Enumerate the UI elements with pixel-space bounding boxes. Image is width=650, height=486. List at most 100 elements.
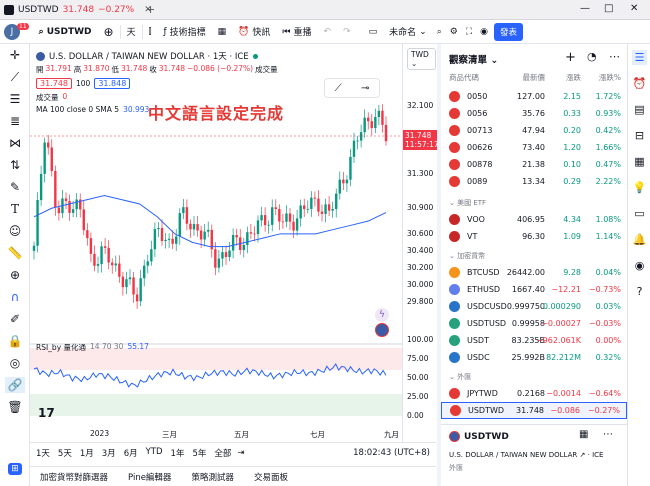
lightning-event-icon[interactable]: ϟ — [375, 308, 389, 322]
period-button[interactable]: 1年 — [171, 447, 185, 459]
period-button[interactable]: 6月 — [124, 447, 138, 459]
panel-tab[interactable]: 加密貨幣對篩選器 — [30, 471, 118, 483]
remove-tool[interactable]: 🗑 — [0, 396, 30, 418]
watchlist-row[interactable]: 00713 47.94 0.20 0.42% — [441, 122, 627, 139]
price-axis[interactable]: TWD ⌄ 32.10031.70031.30030.90030.60030.4… — [402, 44, 439, 442]
panel-tab[interactable]: Pine編輯器 — [118, 471, 181, 483]
time-axis[interactable]: 2023 三月 五月 七月 九月 — [30, 428, 402, 442]
panel-tab[interactable]: 交易面板 — [244, 471, 298, 483]
ask-button[interactable]: 31.848 — [94, 78, 131, 89]
watchlist-row[interactable]: ETHUSD 1667.40 −12.21 −0.73% — [441, 281, 627, 298]
detail-grid-icon[interactable]: ▦ — [579, 429, 588, 440]
indicators-button[interactable]: ƒ 技術指標 — [157, 20, 211, 44]
watchlist-row[interactable]: VOO 406.95 4.34 1.08% — [441, 211, 627, 228]
templates-button[interactable]: ▦ — [212, 20, 233, 44]
horizontal-lines-tool[interactable]: ☰ — [0, 88, 30, 110]
watchlist-row[interactable]: 0050 127.00 2.15 1.72% — [441, 88, 627, 105]
watchlist-row[interactable]: USDC 25.992B 82.212M 0.32% — [441, 349, 627, 366]
clock[interactable]: 18:02:43 (UTC+8) — [353, 448, 436, 458]
link-tool[interactable]: 🔗 — [0, 374, 30, 396]
currency-selector[interactable]: TWD ⌄ — [407, 48, 436, 70]
prediction-tool[interactable]: ⇅ — [0, 154, 30, 176]
snapshot-button[interactable]: ◉ — [476, 20, 492, 44]
watchlist-row[interactable]: 0056 35.76 0.33 0.93% — [441, 105, 627, 122]
maximize-icon[interactable]: □ — [604, 3, 613, 14]
us-flag-event-icon[interactable] — [375, 323, 389, 337]
replay-button[interactable]: ⏮ 重播 — [276, 20, 317, 44]
period-button[interactable]: 1天 — [36, 447, 50, 459]
fullscreen-button[interactable]: ⛶ — [462, 20, 476, 44]
interval-button[interactable]: 天 — [121, 20, 142, 44]
period-button[interactable]: 5天 — [58, 447, 72, 459]
detail-name[interactable]: U.S. DOLLAR / TAIWAN NEW DOLLAR — [449, 451, 577, 459]
gann-fib-tool[interactable]: ≣ — [0, 110, 30, 132]
new-tab-icon[interactable]: + — [146, 3, 155, 16]
watchlist-row[interactable]: USDTUSD 0.99958 −0.00027 −0.03% — [441, 315, 627, 332]
panel-tab[interactable]: 策略測試器 — [181, 471, 244, 483]
detail-more-icon[interactable]: ⋯ — [603, 429, 613, 440]
watchlist-row[interactable]: USDT 83.235B −962.061K 0.00% — [441, 332, 627, 349]
period-button[interactable]: 1月 — [80, 447, 94, 459]
pattern-tool[interactable]: ⋈ — [0, 132, 30, 154]
close-window-icon[interactable]: ✕ — [630, 3, 638, 14]
streams-toggle[interactable]: ◉ — [628, 252, 650, 278]
alerts-toggle[interactable]: ⏰ — [628, 70, 650, 96]
compare-button[interactable]: ⊕ — [98, 20, 120, 44]
data-window-toggle[interactable]: ▤ — [628, 96, 650, 122]
external-link-icon[interactable]: ↗ — [580, 451, 586, 459]
text-tool[interactable]: T — [0, 198, 30, 220]
watchlist-toggle[interactable]: ☰ — [628, 44, 650, 70]
publish-button[interactable]: 發表 — [492, 20, 525, 44]
notifications-toggle[interactable]: 🔔 — [628, 226, 650, 252]
watchlist-section-header[interactable]: ⌄ 美國 ETF — [449, 198, 486, 208]
layout-icon-button[interactable]: ▭ — [363, 20, 384, 44]
measure-tool[interactable]: 📏 — [0, 242, 30, 264]
zoom-tool[interactable]: ⊕ — [0, 264, 30, 286]
advanced-view-icon[interactable]: ◔ — [587, 50, 597, 63]
browser-tab[interactable]: USDTWD 31.748 −0.27% ✕ — [4, 2, 152, 18]
watchlist-row[interactable]: VT 96.30 1.09 1.14% — [441, 228, 627, 245]
col-symbol[interactable]: 商品代碼 — [449, 72, 479, 83]
chat-toggle[interactable]: ▭ — [628, 200, 650, 226]
date-range-icon[interactable]: ⇥ — [237, 448, 244, 458]
user-avatar[interactable]: J 11 — [0, 20, 33, 44]
col-last[interactable]: 最新價 — [523, 72, 546, 83]
hide-tool[interactable]: ◎ — [0, 352, 30, 374]
layout-name-button[interactable]: 未命名 ⌄ — [383, 20, 433, 44]
symbol-search-button[interactable]: ⌕ USDTWD — [33, 20, 98, 44]
watchlist-row[interactable]: BTCUSD 26442.00 9.28 0.04% — [441, 264, 627, 281]
emoji-tool[interactable]: ☺ — [0, 220, 30, 242]
lock-tool[interactable]: 🔒 — [0, 330, 30, 352]
brush-tool[interactable]: ✎ — [0, 176, 30, 198]
alerts-button[interactable]: ⏰ 快訊 — [232, 20, 276, 44]
magnet-tool[interactable]: ∩ — [0, 286, 30, 308]
period-button[interactable]: 全部 — [214, 447, 231, 459]
crosshair-tool[interactable]: ✛ — [0, 44, 30, 66]
watchlist-row[interactable]: USDCUSD 0.999750 0.000290 0.03% — [441, 298, 627, 315]
redo-button[interactable]: ↷ — [337, 20, 357, 44]
col-change[interactable]: 漲跌 — [566, 72, 581, 83]
horizontal-ray-icon[interactable]: ⊸ — [361, 83, 369, 94]
period-button[interactable]: 3月 — [102, 447, 116, 459]
ideas-toggle[interactable]: 💡 — [628, 174, 650, 200]
watchlist-row[interactable]: 00878 21.38 0.10 0.47% — [441, 156, 627, 173]
candle-type-button[interactable]: ⫿ — [143, 20, 158, 44]
chart-pane[interactable]: U.S. DOLLAR / TAIWAN NEW DOLLAR · 1天 · I… — [30, 44, 402, 442]
col-change-pct[interactable]: 漲跌% — [599, 72, 621, 83]
trendline-tool[interactable]: ⟋ — [0, 66, 30, 88]
lock-drawings-tool[interactable]: ✐ — [0, 308, 30, 330]
line-tool-icon[interactable]: ⟋ — [335, 83, 342, 94]
watchlist-row[interactable]: 0089 13.34 0.29 2.22% — [441, 173, 627, 190]
period-button[interactable]: 5年 — [192, 447, 206, 459]
watchlist-section-header[interactable]: ⌄ 外匯 — [449, 372, 471, 382]
hotlist-toggle[interactable]: ⊟ — [628, 122, 650, 148]
watchlist-row[interactable]: JPYTWD 0.2168 −0.0014 −0.64% — [441, 385, 627, 402]
watchlist-title[interactable]: 觀察清單 ⌄ — [449, 52, 498, 66]
bid-button[interactable]: 31.748 — [36, 78, 72, 89]
calendar-toggle[interactable]: ▦ — [628, 148, 650, 174]
help-toggle[interactable]: ? — [628, 278, 650, 304]
watchlist-row[interactable]: USDTWD 31.748 −0.086 −0.27% — [441, 402, 627, 419]
period-button[interactable]: YTD — [146, 447, 163, 459]
minimize-icon[interactable]: — — [580, 3, 590, 14]
add-symbol-icon[interactable]: + — [565, 50, 576, 65]
